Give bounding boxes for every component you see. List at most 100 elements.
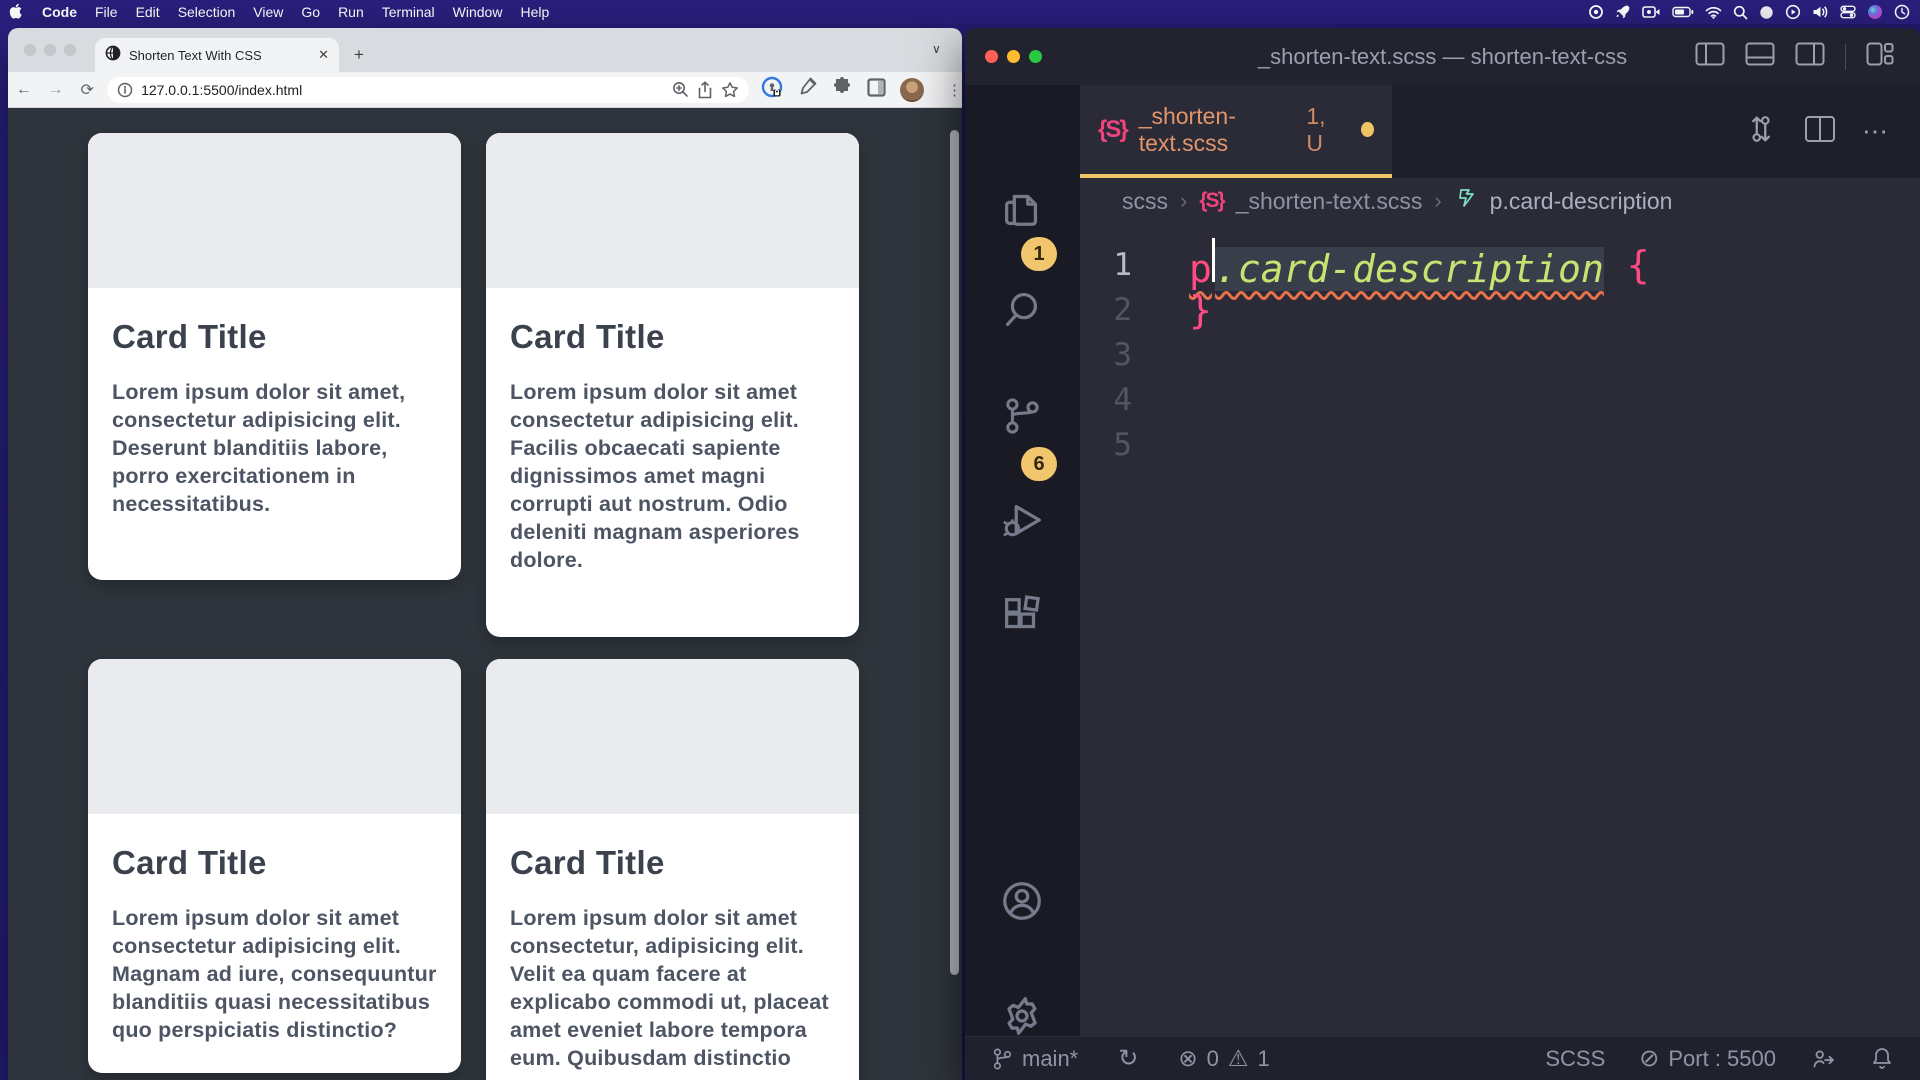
password-manager-icon[interactable] [761, 76, 783, 103]
search-icon[interactable] [999, 287, 1045, 338]
menu-item-window[interactable]: Window [444, 4, 512, 20]
screen-recorder-icon[interactable] [1642, 5, 1661, 19]
focus-mode-icon[interactable] [1759, 5, 1774, 20]
browser-menu-dots-icon[interactable]: ⋮ [947, 81, 962, 99]
source-control-icon[interactable] [999, 393, 1045, 444]
divider [1845, 44, 1846, 70]
problems-status[interactable]: ⊗ 0 ⚠ 1 [1178, 1045, 1269, 1072]
code-line[interactable]: 1 p.card-description { [1080, 242, 1920, 287]
siri-icon[interactable] [1867, 4, 1883, 20]
line-number: 4 [1080, 382, 1132, 418]
branch-name: main* [1022, 1046, 1078, 1072]
breadcrumb-folder[interactable]: scss [1122, 188, 1168, 215]
window-zoom-button[interactable] [64, 44, 76, 56]
share-icon[interactable] [697, 81, 713, 99]
vscode-window: _shorten-text.scss — shorten-text-css 1 … [965, 28, 1920, 1080]
zoom-in-icon[interactable] [672, 81, 689, 98]
window-close-button[interactable] [24, 44, 36, 56]
accounts-icon[interactable] [999, 878, 1045, 929]
feedback-smiley[interactable] [1810, 1046, 1836, 1072]
chevron-right-icon: › [1180, 188, 1187, 214]
menu-item-selection[interactable]: Selection [169, 4, 245, 20]
tab-close-icon[interactable]: ✕ [318, 47, 329, 63]
page-scrollbar-thumb[interactable] [950, 130, 959, 975]
url-text[interactable]: 127.0.0.1:5500/index.html [141, 82, 664, 98]
card-image-placeholder [88, 133, 461, 288]
bookmark-star-icon[interactable] [721, 81, 739, 99]
more-actions-icon[interactable]: ⋯ [1862, 116, 1890, 147]
page-viewport: Card Title Lorem ipsum dolor sit amet, c… [8, 108, 962, 1080]
split-editor-icon[interactable] [1804, 115, 1836, 148]
new-tab-button[interactable]: + [354, 46, 364, 63]
clock-icon[interactable] [1894, 4, 1910, 20]
menu-app-name[interactable]: Code [33, 4, 86, 20]
card-title: Card Title [112, 318, 437, 356]
profile-avatar[interactable] [900, 78, 924, 102]
site-info-icon[interactable] [117, 82, 133, 98]
breadcrumb-symbol[interactable]: p.card-description [1490, 188, 1673, 215]
window-minimize-button[interactable] [44, 44, 56, 56]
git-branch-status[interactable]: main* [991, 1046, 1078, 1072]
port-icon: ⊘ [1639, 1044, 1659, 1073]
address-bar[interactable]: 127.0.0.1:5500/index.html [107, 77, 749, 103]
side-panel-icon[interactable] [866, 77, 887, 103]
customize-layout-icon[interactable] [1866, 42, 1894, 71]
breadcrumb-file[interactable]: _shorten-text.scss [1236, 188, 1423, 215]
color-picker-icon[interactable] [796, 76, 818, 103]
code-line[interactable]: 5 [1080, 422, 1920, 467]
menu-item-view[interactable]: View [244, 4, 292, 20]
card-description: Lorem ipsum dolor sit amet consectetur, … [510, 904, 835, 1080]
card: Card Title Lorem ipsum dolor sit amet co… [486, 659, 859, 1080]
menu-item-edit[interactable]: Edit [127, 4, 169, 20]
code-editor[interactable]: 1 p.card-description { 2 } 3 4 5 [1080, 224, 1920, 1036]
spotlight-search-icon[interactable] [1733, 5, 1748, 20]
card-description: Lorem ipsum dolor sit amet, consectetur … [112, 378, 437, 518]
menu-item-file[interactable]: File [86, 4, 127, 20]
breadcrumb: scss › {S} _shorten-text.scss › p.card-d… [1080, 178, 1920, 224]
code-line[interactable]: 2 } [1080, 287, 1920, 332]
screen-play-icon[interactable] [1785, 4, 1801, 20]
editor-tab[interactable]: {S} _shorten-text.scss 1, U [1080, 85, 1392, 178]
unsaved-changes-dot[interactable] [1361, 122, 1374, 137]
forward-button[interactable]: → [40, 81, 72, 99]
battery-icon[interactable] [1672, 6, 1694, 18]
editor-tab-bar: {S} _shorten-text.scss 1, U ⋯ [1080, 85, 1920, 178]
control-center-icon[interactable] [1840, 5, 1856, 19]
open-changes-icon[interactable] [1744, 112, 1778, 151]
apple-logo-icon[interactable] [0, 3, 33, 22]
card: Card Title Lorem ipsum dolor sit amet, c… [88, 133, 461, 580]
code-line[interactable]: 3 [1080, 332, 1920, 377]
menu-item-help[interactable]: Help [511, 4, 558, 20]
menu-item-terminal[interactable]: Terminal [373, 4, 444, 20]
rocket-icon[interactable] [1615, 4, 1631, 20]
explorer-icon[interactable] [999, 185, 1045, 236]
macos-menu-bar: Code File Edit Selection View Go Run Ter… [0, 0, 1920, 24]
extensions-puzzle-icon[interactable] [831, 76, 853, 103]
wifi-icon[interactable] [1705, 6, 1722, 19]
extensions-icon[interactable] [999, 593, 1045, 644]
browser-tab[interactable]: Shorten Text With CSS ✕ [95, 38, 339, 72]
sync-icon: ↻ [1118, 1044, 1138, 1073]
toggle-secondary-sidebar-icon[interactable] [1795, 42, 1825, 71]
volume-icon[interactable] [1812, 5, 1829, 19]
port-label: Port : 5500 [1668, 1046, 1776, 1072]
tab-search-chevron-icon[interactable]: ∨ [932, 42, 941, 56]
back-button[interactable]: ← [8, 81, 40, 99]
card-image-placeholder [486, 133, 859, 288]
target-icon[interactable] [1588, 4, 1604, 20]
language-mode[interactable]: SCSS [1545, 1046, 1605, 1072]
notifications-bell-icon[interactable] [1870, 1046, 1894, 1072]
code-line[interactable]: 4 [1080, 377, 1920, 422]
sync-changes-button[interactable]: ↻ [1118, 1044, 1138, 1073]
toggle-primary-sidebar-icon[interactable] [1695, 42, 1725, 71]
menu-status-icons [1588, 4, 1920, 20]
card-title: Card Title [112, 844, 437, 882]
toggle-panel-icon[interactable] [1745, 42, 1775, 71]
line-number: 3 [1080, 337, 1132, 373]
reload-button[interactable]: ⟳ [71, 80, 103, 100]
menu-item-go[interactable]: Go [292, 4, 329, 20]
browser-window: Shorten Text With CSS ✕ + ∨ ← → ⟳ 127.0.… [8, 28, 962, 1080]
run-debug-icon[interactable] [999, 497, 1045, 548]
live-server-port[interactable]: ⊘ Port : 5500 [1639, 1044, 1776, 1073]
menu-item-run[interactable]: Run [329, 4, 373, 20]
